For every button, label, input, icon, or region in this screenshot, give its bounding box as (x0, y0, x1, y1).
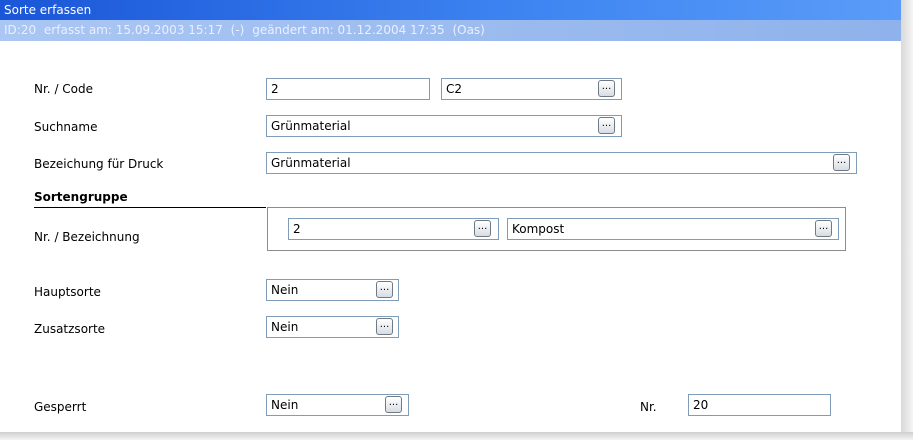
nr-code-label: Nr. / Code (34, 82, 94, 96)
druck-lookup-button[interactable]: ... (833, 154, 850, 171)
changed-by: (Oas) (452, 23, 485, 37)
suchname-label: Suchname (34, 120, 98, 134)
sortengruppe-heading: Sortengruppe (34, 190, 128, 204)
hauptsorte-value: Nein (271, 283, 299, 297)
sortengruppe-nr-lookup-button[interactable]: ... (474, 220, 491, 237)
zusatzsorte-label: Zusatzsorte (34, 322, 106, 336)
hauptsorte-label: Hauptsorte (34, 285, 101, 299)
nr-input[interactable]: 2 (266, 78, 430, 100)
hauptsorte-select[interactable]: Nein ... (266, 279, 399, 301)
suchname-input[interactable]: Grünmaterial ... (266, 115, 622, 137)
record-info-bar: ID:20 erfasst am: 15.09.2003 15:17 (-) g… (0, 20, 902, 41)
created-by: (-) (230, 23, 245, 37)
nr-label: Nr. (640, 400, 657, 414)
sortengruppe-bezeichnung-input[interactable]: Kompost ... (507, 218, 839, 240)
sorte-erfassen-window: Sorte erfassen ID:20 erfasst am: 15.09.2… (0, 0, 902, 434)
code-input[interactable]: C2 ... (441, 78, 622, 100)
druck-label: Bezeichung für Druck (34, 157, 164, 171)
changed-info: geändert am: 01.12.2004 17:35 (252, 23, 445, 37)
record-id: ID:20 (4, 23, 37, 37)
hauptsorte-lookup-button[interactable]: ... (376, 281, 393, 298)
code-value: C2 (446, 82, 463, 96)
druck-value: Grünmaterial (271, 156, 351, 170)
gesperrt-value: Nein (271, 398, 299, 412)
zusatzsorte-select[interactable]: Nein ... (266, 316, 399, 338)
record-nr-input[interactable]: 20 (688, 394, 831, 416)
suchname-lookup-button[interactable]: ... (598, 117, 615, 134)
sortengruppe-bezeichnung-value: Kompost (512, 222, 565, 236)
zusatzsorte-lookup-button[interactable]: ... (376, 318, 393, 335)
sortengruppe-bezeichnung-lookup-button[interactable]: ... (815, 220, 832, 237)
window-torn-edge (901, 0, 913, 440)
druck-input[interactable]: Grünmaterial ... (266, 152, 857, 174)
sortengruppe-nr-value: 2 (293, 222, 301, 236)
sortengruppe-label: Nr. / Bezeichnung (34, 230, 140, 244)
sortengruppe-divider (34, 207, 266, 208)
suchname-value: Grünmaterial (271, 119, 351, 133)
window-torn-bottom (0, 432, 913, 440)
created-info: erfasst am: 15.09.2003 15:17 (43, 23, 223, 37)
zusatzsorte-value: Nein (271, 320, 299, 334)
sortengruppe-nr-input[interactable]: 2 ... (288, 218, 499, 240)
gesperrt-label: Gesperrt (34, 400, 87, 414)
window-title: Sorte erfassen (0, 0, 902, 20)
gesperrt-select[interactable]: Nein ... (266, 394, 409, 416)
code-lookup-button[interactable]: ... (598, 80, 615, 97)
gesperrt-lookup-button[interactable]: ... (385, 396, 402, 413)
